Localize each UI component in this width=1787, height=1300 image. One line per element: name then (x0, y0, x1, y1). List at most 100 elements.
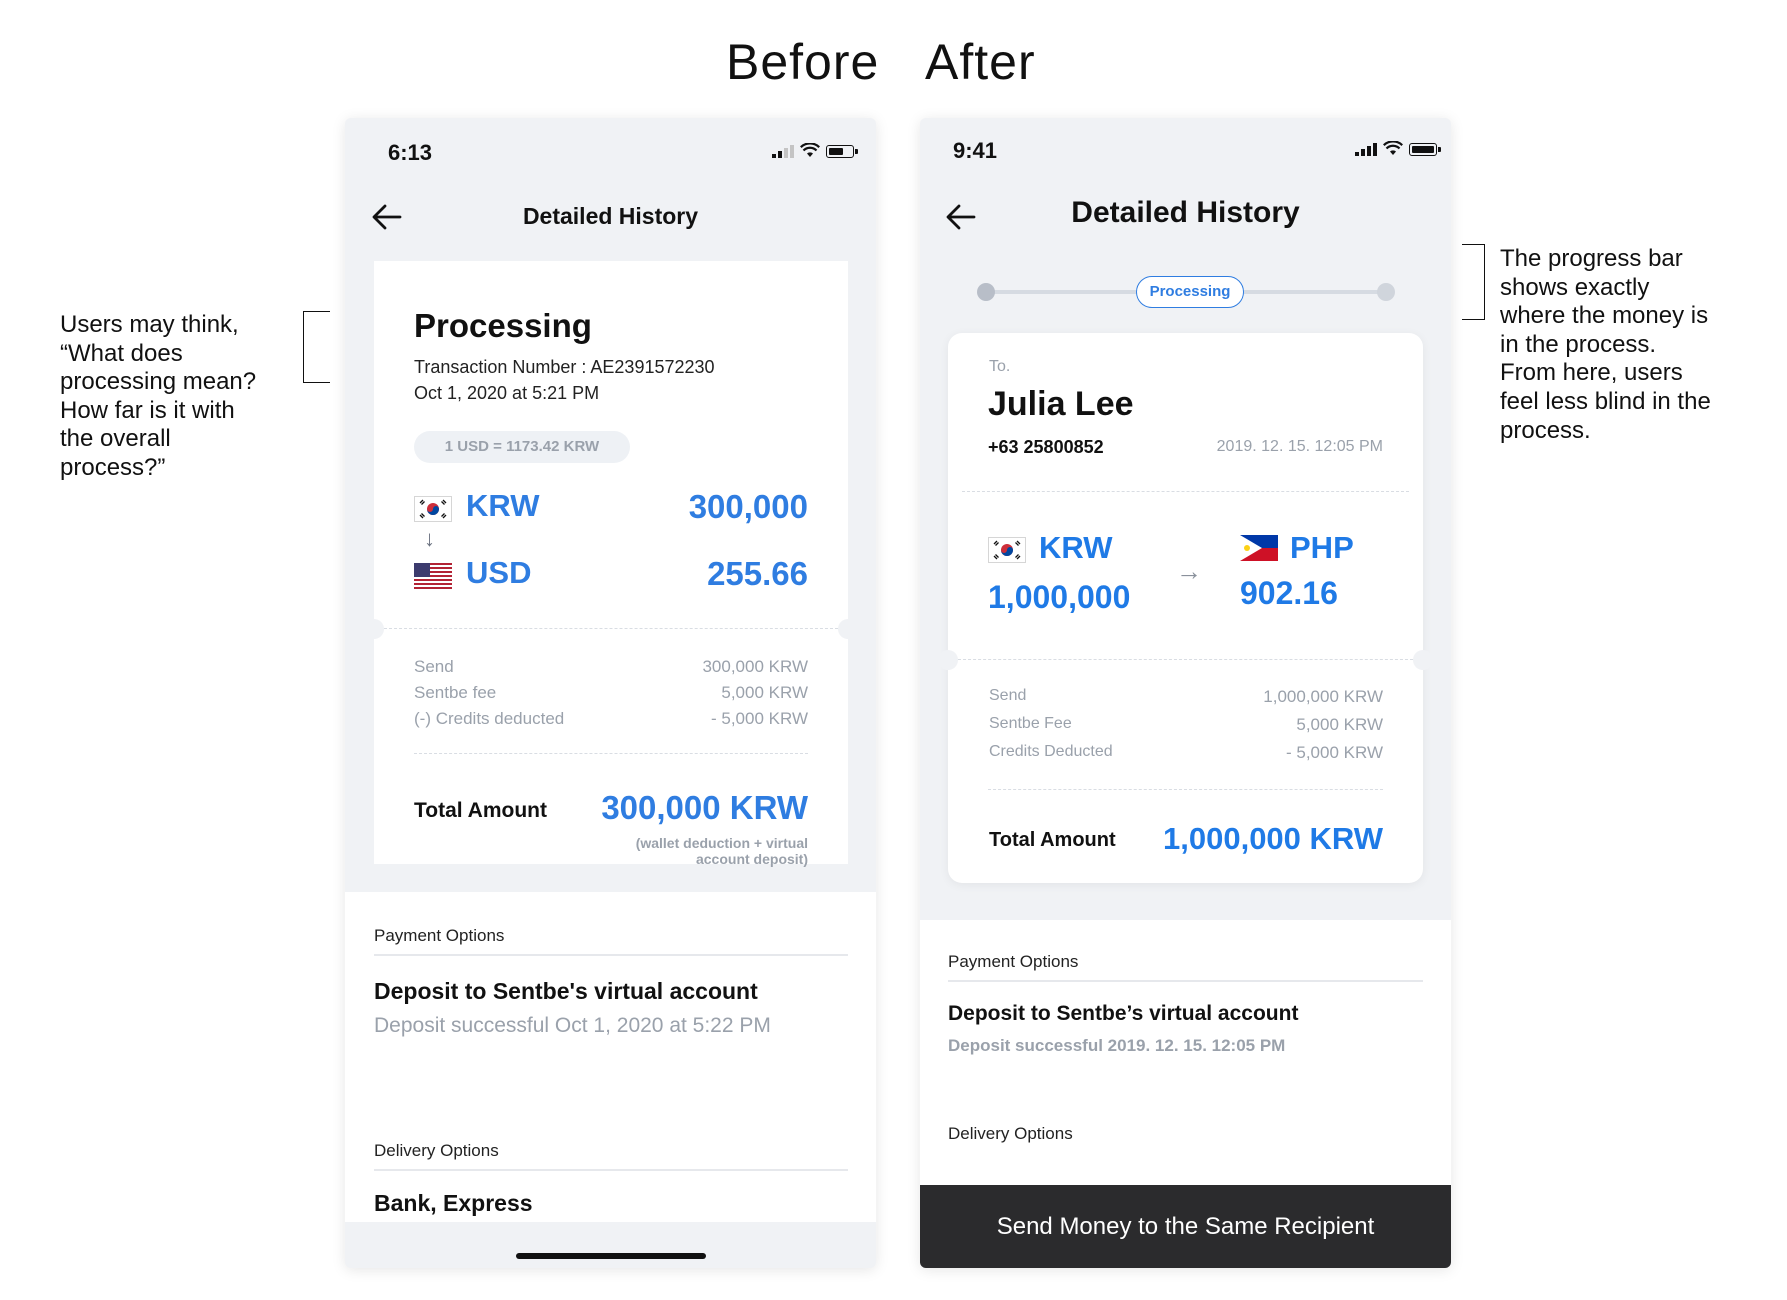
fee-value: - 5,000 KRW (1285, 743, 1383, 762)
annotation-line: Users may think, (60, 311, 239, 338)
exchange-rate-chip: 1 USD = 1173.42 KRW (414, 431, 630, 463)
wifi-icon (1383, 141, 1403, 155)
from-currency: KRW (1039, 530, 1113, 565)
annotation-line: The progress bar (1500, 245, 1683, 272)
ticket-notch (1413, 650, 1433, 670)
to-currency: USD (466, 555, 532, 590)
annotation-line: feel less blind in the (1500, 387, 1711, 415)
fee-value: 300,000 KRW (702, 657, 808, 676)
annotation-line: where the money is (1500, 302, 1709, 330)
fee-value: 5,000 KRW (721, 683, 808, 702)
divider (374, 1169, 848, 1171)
battery-icon (1409, 143, 1441, 156)
page-title: Detailed History (1071, 196, 1300, 229)
left-bracket (303, 311, 330, 383)
progress-step-dot (977, 283, 995, 301)
total-value: 300,000 KRW (601, 789, 808, 826)
status-icons (1355, 141, 1441, 156)
divider (948, 980, 1423, 982)
annotation-line: process?” (60, 453, 166, 481)
ticket-notch (364, 619, 384, 639)
philippines-flag-icon (1240, 535, 1278, 561)
right-annotation: The progress bar shows exactly where the… (1500, 245, 1760, 445)
down-arrow-icon: ↓ (424, 526, 435, 551)
after-heading: After (925, 34, 1036, 90)
delivery-method: Bank, Express (374, 1190, 533, 1216)
battery-icon (826, 145, 858, 158)
korea-flag-icon (414, 496, 452, 522)
total-note: account deposit) (695, 851, 808, 867)
delivery-options-label: Delivery Options (374, 1141, 499, 1160)
usa-flag-icon (414, 563, 452, 589)
annotation-line: shows exactly (1500, 273, 1650, 301)
transaction-date: Oct 1, 2020 at 5:21 PM (414, 383, 600, 403)
annotation-line: From here, users (1500, 359, 1683, 387)
from-amount: 300,000 (688, 488, 808, 525)
fee-label: Credits Deducted (989, 743, 1113, 760)
fee-label: Send (989, 687, 1027, 704)
total-label: Total Amount (414, 799, 547, 822)
progress-step-dot (1377, 283, 1395, 301)
delivery-options-label: Delivery Options (948, 1124, 1073, 1143)
options-section: Payment Options Deposit to Sentbe's virt… (345, 892, 876, 1222)
transaction-card: To. Julia Lee +63 25800852 2019. 12. 15.… (938, 333, 1433, 883)
before-phone: 6:13 Detailed History Processing Transac… (345, 118, 876, 1268)
payment-method: Deposit to Sentbe’s virtual account (948, 1002, 1299, 1025)
fee-label: Sentbe Fee (989, 715, 1072, 732)
annotation-line: “What does (60, 339, 183, 367)
annotation-line: the overall (60, 425, 171, 453)
recipient-phone: +63 25800852 (988, 437, 1104, 457)
divider (374, 954, 848, 956)
right-bracket (1462, 244, 1485, 320)
annotation-line: processing mean? (60, 368, 257, 396)
to-amount: 902.16 (1240, 575, 1338, 611)
signal-icon (1355, 143, 1377, 156)
korea-flag-icon (988, 537, 1026, 563)
annotation-line: process. (1500, 416, 1591, 444)
annotation-line: in the process. (1500, 330, 1657, 358)
total-value: 1,000,000 KRW (1163, 821, 1383, 856)
right-arrow-icon: → (1176, 556, 1202, 586)
status-title: Processing (414, 307, 592, 344)
page-title: Detailed History (522, 203, 699, 229)
to-currency: PHP (1290, 530, 1354, 565)
transaction-number: Transaction Number : AE2391572230 (414, 357, 715, 377)
payment-options-label: Payment Options (374, 926, 505, 945)
after-phone: 9:41 Detailed History Processing To. Jul… (920, 118, 1451, 1268)
status-time: 9:41 (953, 138, 998, 163)
wifi-icon (800, 143, 820, 157)
from-currency: KRW (466, 488, 540, 523)
total-label: Total Amount (989, 829, 1116, 851)
divider (988, 789, 1383, 790)
divider (958, 659, 1413, 660)
fee-label: Send (414, 657, 454, 676)
fee-value: - 5,000 KRW (710, 709, 808, 728)
fee-value: 1,000,000 KRW (1263, 687, 1383, 706)
left-annotation: Users may think, “What does processing m… (60, 311, 300, 483)
payment-options-label: Payment Options (948, 952, 1079, 971)
fee-label: Sentbe fee (414, 683, 497, 702)
transaction-date: 2019. 12. 15. 12:05 PM (1216, 438, 1383, 455)
before-heading: Before (726, 34, 880, 90)
from-amount: 1,000,000 (988, 579, 1131, 615)
send-again-button[interactable]: Send Money to the Same Recipient (920, 1185, 1451, 1268)
divider (414, 753, 808, 754)
status-icons (772, 143, 858, 158)
payment-status: Deposit successful Oct 1, 2020 at 5:22 P… (374, 1014, 771, 1037)
signal-icon (772, 145, 794, 158)
ticket-notch (838, 619, 858, 639)
recipient-name: Julia Lee (988, 385, 1134, 423)
payment-method: Deposit to Sentbe's virtual account (374, 978, 758, 1004)
to-amount: 255.66 (707, 555, 808, 592)
total-note: (wallet deduction + virtual (635, 835, 808, 851)
progress-current-step: Processing (1136, 276, 1244, 308)
fee-value: 5,000 KRW (1296, 715, 1383, 734)
divider (962, 491, 1409, 492)
fee-label: (-) Credits deducted (414, 709, 565, 728)
status-time: 6:13 (388, 140, 433, 165)
payment-status: Deposit successful 2019. 12. 15. 12:05 P… (948, 1036, 1286, 1055)
divider (384, 628, 838, 629)
home-indicator[interactable] (516, 1253, 706, 1259)
transaction-card: Processing Transaction Number : AE239157… (364, 261, 858, 867)
to-label: To. (989, 358, 1011, 375)
